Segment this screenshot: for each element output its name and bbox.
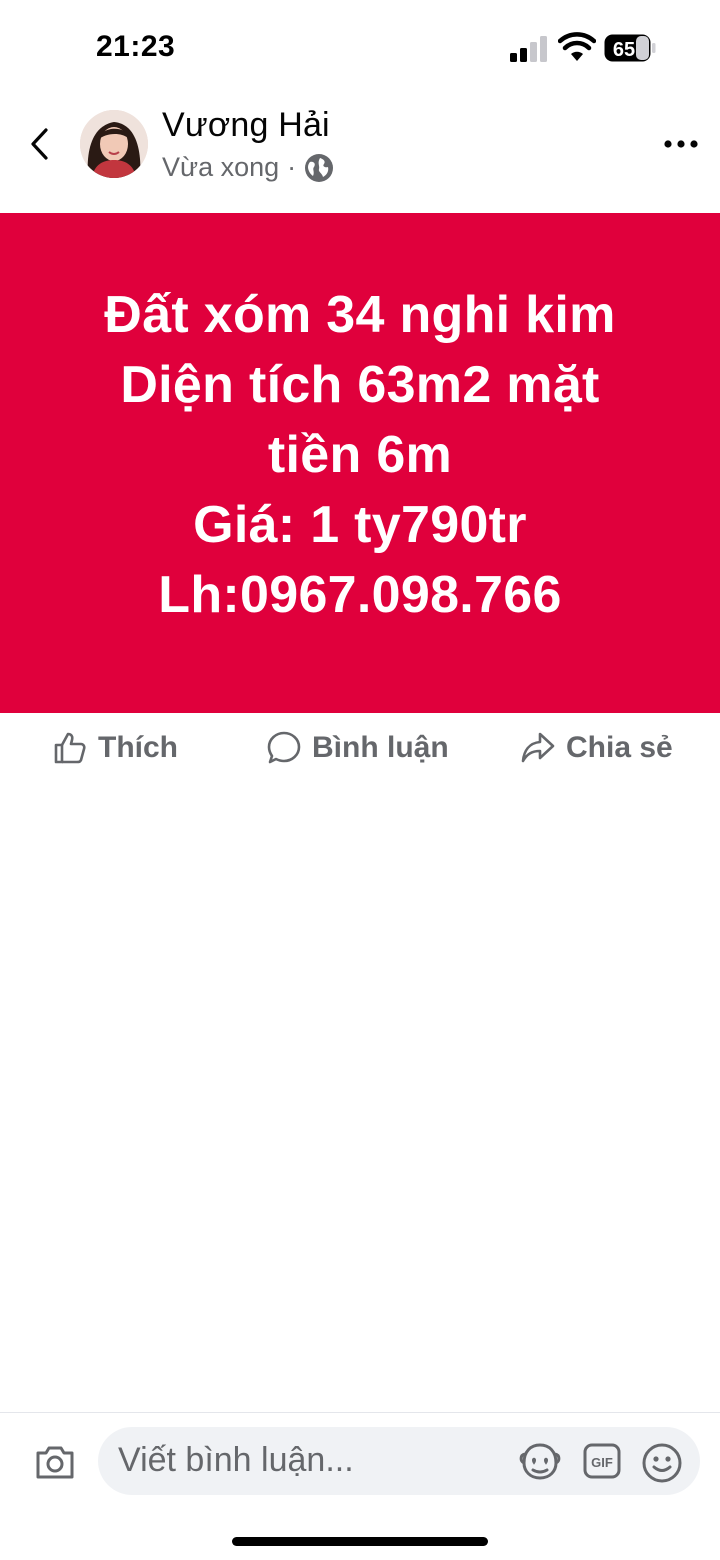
like-label: Thích xyxy=(98,731,178,764)
post-text: Đất xóm 34 nghi kim Diện tích 63m2 mặt t… xyxy=(50,280,670,630)
post-text-line: Diện tích 63m2 mặt xyxy=(120,356,600,414)
wifi-icon xyxy=(558,32,596,61)
post-action-bar: Thích Bình luận Chia sẻ xyxy=(0,714,720,782)
post-header: Vương Hải Vừa xong · xyxy=(0,96,720,214)
post-text-line: Đất xóm 34 nghi kim xyxy=(104,286,616,344)
avatar-image xyxy=(80,110,148,178)
svg-text:GIF: GIF xyxy=(591,1455,613,1470)
battery-level: 65 xyxy=(613,39,635,61)
share-button[interactable]: Chia sẻ xyxy=(520,728,673,768)
home-indicator[interactable] xyxy=(232,1537,488,1546)
author-name[interactable]: Vương Hải xyxy=(162,106,330,145)
post-meta: Vừa xong · xyxy=(162,152,334,183)
post-text-line: Lh:0967.098.766 xyxy=(158,566,562,624)
signal-icon xyxy=(510,36,547,62)
thumbs-up-icon xyxy=(54,732,86,764)
more-dots-icon xyxy=(664,140,698,148)
comment-placeholder[interactable]: Viết bình luận... xyxy=(118,1441,354,1480)
post-timestamp[interactable]: Vừa xong xyxy=(162,152,279,183)
emoji-icon[interactable] xyxy=(640,1441,684,1485)
gif-icon[interactable]: GIF xyxy=(582,1441,622,1481)
post-text-banner: Đất xóm 34 nghi kim Diện tích 63m2 mặt t… xyxy=(0,213,720,713)
back-button[interactable] xyxy=(20,122,60,166)
post-text-line: tiền 6m xyxy=(267,426,453,484)
camera-icon[interactable] xyxy=(34,1441,76,1483)
comment-label: Bình luận xyxy=(312,731,449,764)
comment-button[interactable]: Bình luận xyxy=(266,728,449,768)
battery-icon: 65 xyxy=(604,34,656,62)
like-button[interactable]: Thích xyxy=(52,728,178,768)
share-arrow-icon xyxy=(521,732,555,763)
post-text-line: Giá: 1 ty790tr xyxy=(193,496,527,554)
share-label: Chia sẻ xyxy=(566,731,673,764)
status-time: 21:23 xyxy=(96,30,176,63)
avatar-sticker-icon[interactable] xyxy=(518,1441,562,1483)
author-avatar[interactable] xyxy=(80,110,148,178)
more-options-button[interactable] xyxy=(656,126,706,162)
globe-icon xyxy=(305,153,334,182)
meta-separator: · xyxy=(287,152,297,182)
chevron-left-icon xyxy=(31,128,48,160)
status-bar: 21:23 65 xyxy=(0,0,720,96)
comment-bubble-icon xyxy=(267,731,301,764)
